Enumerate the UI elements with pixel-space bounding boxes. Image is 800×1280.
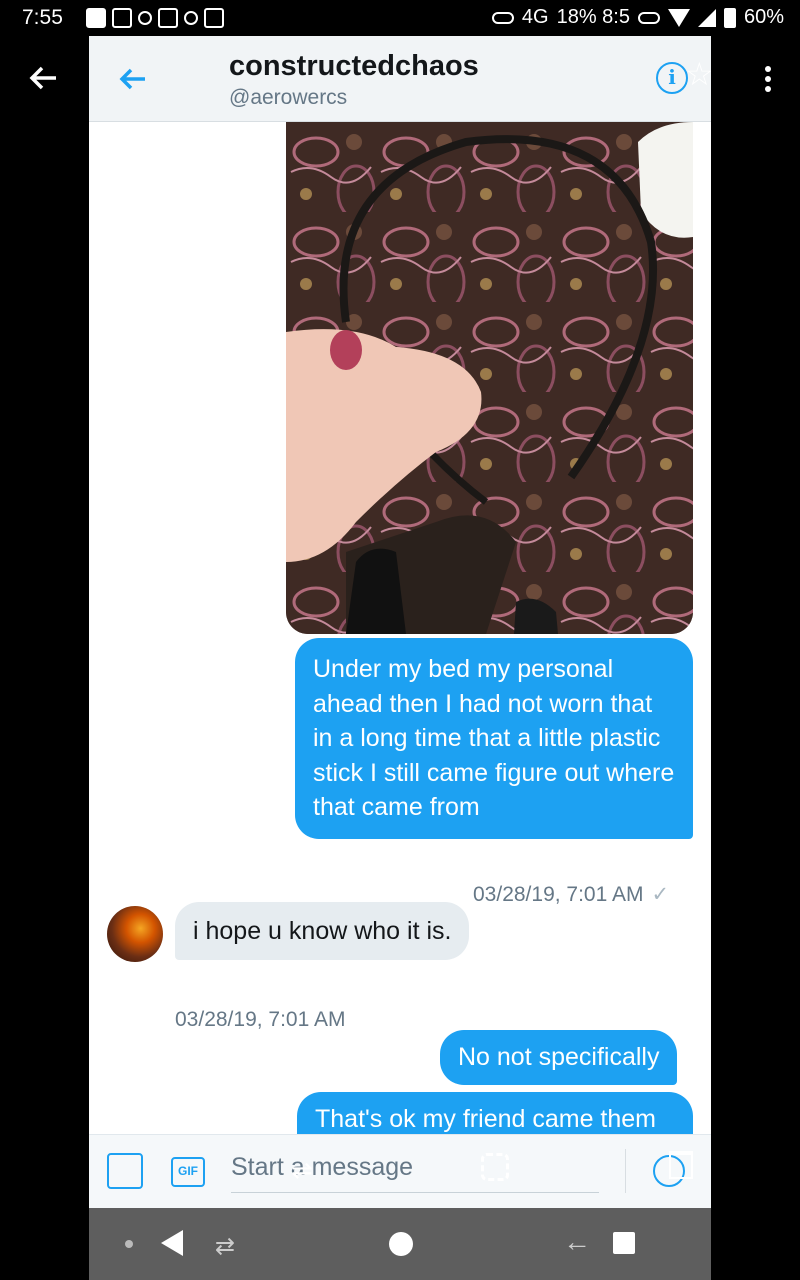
- status-right: 4G 18% 8:5 60%: [491, 6, 784, 29]
- battery-percent: 60%: [743, 6, 784, 28]
- viewer-back-icon[interactable]: [28, 62, 60, 94]
- message-composer: GIF Start a message ⇌: [89, 1134, 711, 1208]
- battery-icon: [723, 7, 736, 28]
- moon-icon: [138, 11, 152, 25]
- viewer-more-icon[interactable]: [764, 66, 772, 94]
- star-icon[interactable]: ☆: [685, 58, 711, 90]
- gallery-icon: [86, 8, 106, 28]
- scan-icon[interactable]: [481, 1153, 509, 1181]
- conversation-handle: @aerowercs: [229, 86, 348, 109]
- shield-icon: [204, 8, 224, 28]
- notification-icons: [86, 8, 224, 28]
- status-bar: 7:55 4G 18% 8:5 60%: [0, 0, 800, 36]
- wifi-icon: [667, 8, 690, 27]
- message-input[interactable]: Start a message: [231, 1151, 599, 1193]
- nav-home-icon[interactable]: [389, 1232, 413, 1256]
- embedded-nav-bar: ⇄ ←: [89, 1208, 711, 1280]
- embedded-screenshot: constructedchaos @aerowercs i ☆ Under my…: [89, 36, 711, 1280]
- incoming-message[interactable]: i hope u know who it is.: [175, 902, 470, 960]
- gif-button[interactable]: GIF: [171, 1157, 205, 1187]
- incoming-timestamp: 03/28/19, 7:01 AM: [175, 1008, 346, 1031]
- outgoing-message[interactable]: Under my bed my personal ahead then I ha…: [295, 638, 693, 839]
- read-check-icon: ✓: [651, 883, 670, 906]
- inner-status-text: 18% 8:5: [556, 6, 630, 28]
- conversation-header: constructedchaos @aerowercs i ☆: [89, 36, 711, 122]
- nav-overview-icon[interactable]: [613, 1232, 635, 1254]
- signal-label: 4G: [521, 6, 549, 28]
- back-arrow-icon[interactable]: [117, 64, 149, 94]
- lock-icon: [184, 11, 198, 25]
- message-list[interactable]: Under my bed my personal ahead then I ha…: [89, 122, 711, 1147]
- nav-dot-icon: [125, 1240, 133, 1248]
- screen: 7:55 4G 18% 8:5 60% constructedchaos @ae…: [0, 0, 800, 1280]
- status-time: 7:55: [22, 6, 63, 29]
- nav-left-arrow-icon[interactable]: ←: [563, 1226, 591, 1258]
- vpn-key-icon: [637, 11, 660, 24]
- cast-icon: [491, 11, 514, 24]
- info-icon[interactable]: i: [656, 62, 688, 94]
- message-photo[interactable]: [286, 122, 693, 634]
- cell-signal-icon: [697, 8, 716, 27]
- media-icon[interactable]: [107, 1153, 143, 1189]
- avatar[interactable]: [107, 906, 163, 962]
- nav-switch-icon[interactable]: ⇄: [215, 1232, 235, 1261]
- trash-icon[interactable]: [669, 1151, 693, 1179]
- outgoing-message[interactable]: No not specifically: [440, 1030, 678, 1085]
- conversation-title: constructedchaos: [229, 50, 479, 82]
- timestamp-text: 03/28/19, 7:01 AM: [473, 883, 644, 906]
- composer-divider: [625, 1149, 626, 1193]
- sliders-icon[interactable]: ⇌: [291, 1155, 313, 1186]
- nav-back-icon[interactable]: [161, 1230, 183, 1256]
- outgoing-timestamp: 03/28/19, 7:01 AM ✓: [473, 882, 669, 907]
- message-icon: [112, 8, 132, 28]
- photo-illustration: [286, 122, 693, 634]
- outlook-icon: [158, 8, 178, 28]
